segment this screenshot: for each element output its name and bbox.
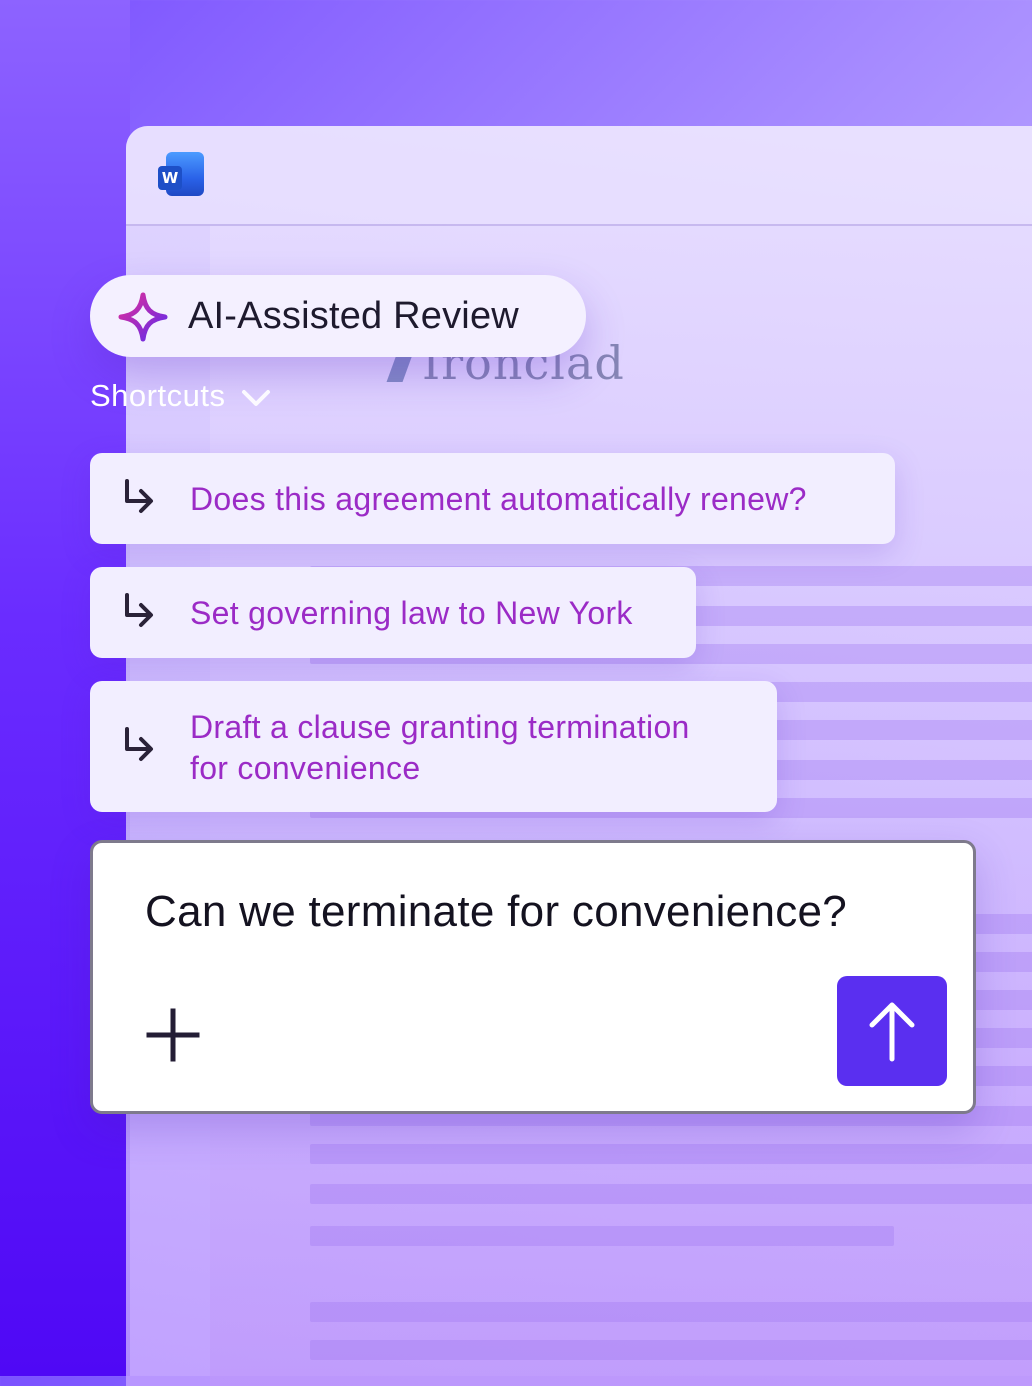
chat-input-box[interactable]: Can we terminate for convenience? xyxy=(90,840,976,1114)
send-button[interactable] xyxy=(837,976,947,1086)
document-text-line xyxy=(310,1144,1032,1164)
suggestion-text-line-1: Draft a clause granting termination xyxy=(190,709,690,745)
shortcuts-dropdown[interactable]: Shortcuts xyxy=(90,378,271,414)
word-icon-letter: W xyxy=(158,166,182,190)
return-arrow-icon xyxy=(125,727,153,761)
document-text-line xyxy=(310,1226,894,1246)
title-bar: W xyxy=(126,126,1032,226)
ai-review-title: AI-Assisted Review xyxy=(188,295,519,337)
suggestion-card-auto-renew[interactable]: Does this agreement automatically renew? xyxy=(90,453,895,544)
shortcuts-label: Shortcuts xyxy=(90,378,226,413)
word-icon[interactable]: W xyxy=(158,152,206,198)
return-arrow-icon xyxy=(125,593,153,627)
document-text-line xyxy=(310,1340,1032,1360)
chevron-down-icon xyxy=(242,390,271,406)
chat-input-value[interactable]: Can we terminate for convenience? xyxy=(145,887,847,937)
plus-icon[interactable] xyxy=(145,1007,201,1063)
suggestion-text: Set governing law to New York xyxy=(190,595,633,631)
sparkle-icon xyxy=(118,292,168,342)
ai-review-header: AI-Assisted Review xyxy=(90,275,586,357)
return-arrow-icon xyxy=(125,479,153,513)
arrow-up-icon xyxy=(869,1002,915,1062)
suggestion-text: Does this agreement automatically renew? xyxy=(190,481,807,517)
suggestion-card-termination-clause[interactable]: Draft a clause granting termination for … xyxy=(90,681,777,812)
suggestion-card-governing-law[interactable]: Set governing law to New York xyxy=(90,567,696,658)
document-text-line xyxy=(310,1184,1032,1204)
suggestion-text-line-2: for convenience xyxy=(190,750,421,786)
document-text-line xyxy=(310,1302,1032,1322)
